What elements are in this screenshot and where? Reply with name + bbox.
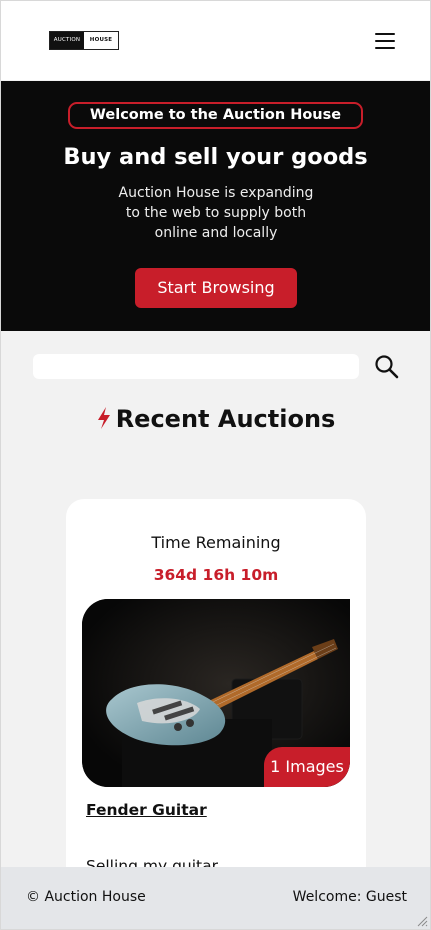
recent-auctions-heading: Recent Auctions — [0, 403, 431, 435]
menu-bar — [375, 47, 395, 49]
logo-text-right: HOUSE — [89, 37, 113, 43]
footer-welcome-user: Welcome: Guest — [292, 889, 407, 905]
start-browsing-button[interactable]: Start Browsing — [135, 268, 297, 308]
auction-card[interactable]: Time Remaining 364d 16h 10m 1 Images Fen… — [66, 499, 366, 919]
footer-copyright: © Auction House — [26, 889, 146, 905]
search-button[interactable] — [374, 354, 400, 380]
time-remaining-label: Time Remaining — [151, 533, 281, 552]
auction-house-logo[interactable]: AUCTION HOUSE — [49, 31, 119, 50]
menu-bar — [375, 40, 395, 42]
magnifier-icon — [375, 355, 399, 379]
hamburger-menu-icon[interactable] — [372, 30, 398, 52]
listing-image[interactable]: 1 Images — [82, 599, 350, 787]
time-remaining-value: 364d 16h 10m — [153, 566, 279, 584]
welcome-badge: Welcome to the Auction House — [68, 102, 363, 129]
hero-description: Auction House is expanding to the web to… — [118, 185, 314, 241]
lightning-bolt-icon — [97, 407, 110, 429]
hero-banner: Welcome to the Auction House Buy and sel… — [1, 81, 430, 331]
menu-bar — [375, 33, 395, 35]
recent-auctions-title: Recent Auctions — [115, 405, 336, 433]
site-header: AUCTION HOUSE — [0, 0, 431, 80]
hero-title: Buy and sell your goods — [63, 144, 368, 170]
logo-text-left: AUCTION — [50, 32, 84, 49]
site-footer: © Auction House Welcome: Guest — [1, 867, 430, 929]
resize-grip-icon[interactable] — [416, 915, 428, 927]
image-count-badge: 1 Images — [264, 747, 350, 787]
listing-title-link[interactable]: Fender Guitar — [86, 799, 207, 821]
search-input[interactable] — [33, 354, 359, 379]
